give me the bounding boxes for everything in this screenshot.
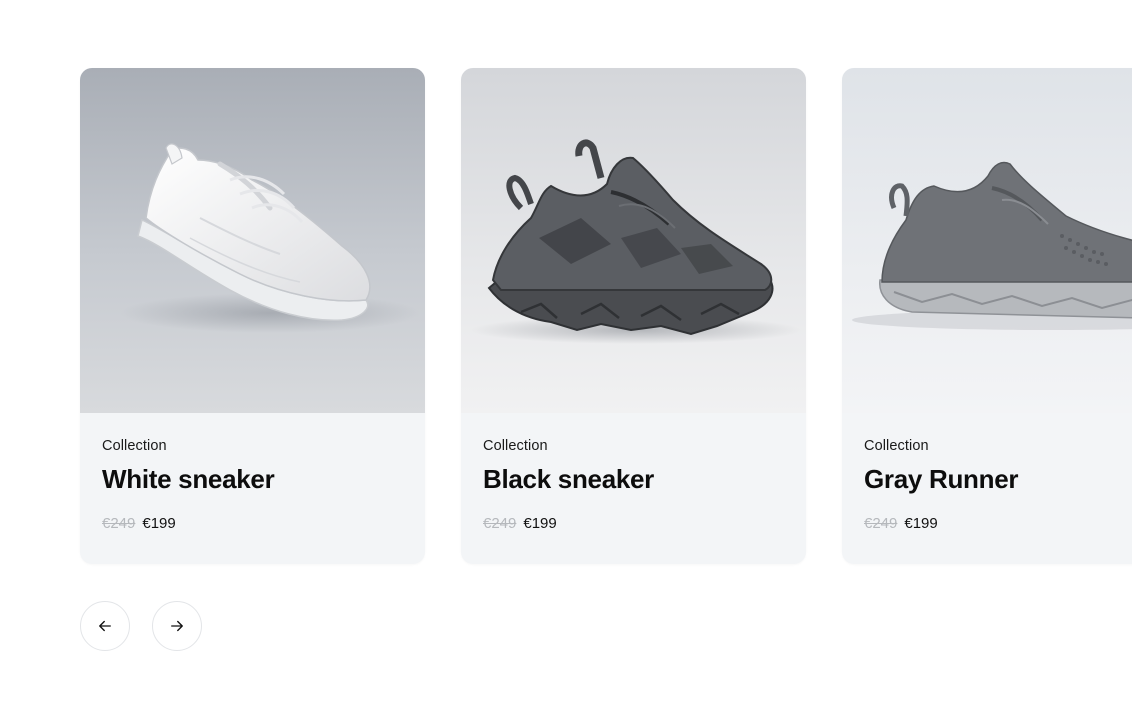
carousel-navigation bbox=[80, 601, 202, 651]
previous-button[interactable] bbox=[80, 601, 130, 651]
product-card-white-sneaker[interactable]: Collection White sneaker €249 €199 bbox=[80, 68, 425, 564]
black-sneaker-image bbox=[461, 68, 806, 413]
next-button[interactable] bbox=[152, 601, 202, 651]
product-image-gray-runner[interactable] bbox=[842, 68, 1132, 413]
product-card-black-sneaker[interactable]: Collection Black sneaker €249 €199 bbox=[461, 68, 806, 564]
product-price: €249 €199 bbox=[483, 515, 784, 532]
arrow-left-icon bbox=[99, 620, 111, 632]
product-price: €249 €199 bbox=[864, 515, 1132, 532]
product-card-gray-runner[interactable]: Collection Gray Runner €249 €199 bbox=[842, 68, 1132, 564]
product-collection-label: Collection bbox=[864, 438, 929, 454]
product-carousel: Collection White sneaker €249 €199 Colle… bbox=[0, 0, 1132, 720]
product-collection-label: Collection bbox=[102, 438, 167, 454]
arrow-right-icon bbox=[171, 620, 183, 632]
current-price: €199 bbox=[142, 515, 176, 532]
product-info: Collection White sneaker €249 €199 bbox=[80, 413, 425, 532]
product-price: €249 €199 bbox=[102, 515, 403, 532]
product-title[interactable]: Black sneaker bbox=[483, 463, 784, 495]
product-collection-label: Collection bbox=[483, 438, 548, 454]
product-info: Collection Gray Runner €249 €199 bbox=[842, 413, 1132, 532]
carousel-track: Collection White sneaker €249 €199 Colle… bbox=[80, 68, 1132, 564]
product-title[interactable]: White sneaker bbox=[102, 463, 403, 495]
current-price: €199 bbox=[904, 515, 938, 532]
current-price: €199 bbox=[523, 515, 557, 532]
product-info: Collection Black sneaker €249 €199 bbox=[461, 413, 806, 532]
product-image-black-sneaker[interactable] bbox=[461, 68, 806, 413]
old-price: €249 bbox=[864, 515, 898, 532]
old-price: €249 bbox=[102, 515, 136, 532]
gray-runner-image bbox=[842, 68, 1132, 413]
product-image-white-sneaker[interactable] bbox=[80, 68, 425, 413]
white-sneaker-image bbox=[80, 68, 425, 413]
product-title[interactable]: Gray Runner bbox=[864, 463, 1132, 495]
old-price: €249 bbox=[483, 515, 517, 532]
